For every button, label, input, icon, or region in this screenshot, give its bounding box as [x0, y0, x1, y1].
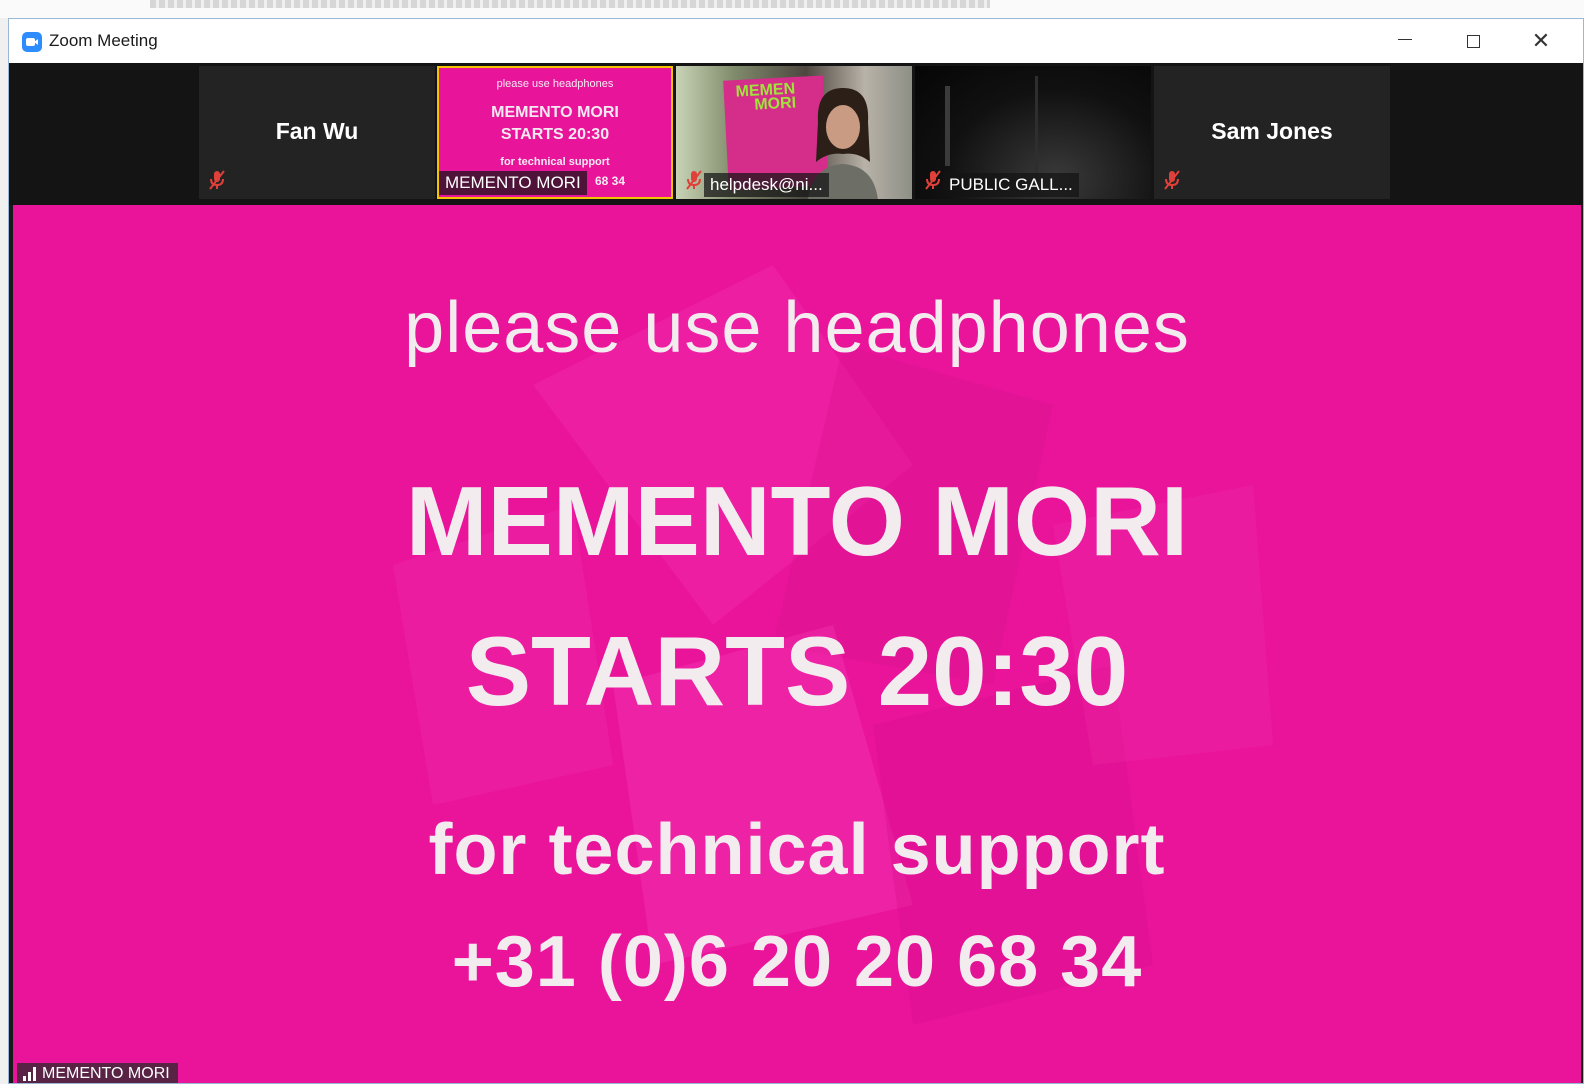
slide-line-headphones: please use headphones — [404, 288, 1190, 368]
participant-name: Sam Jones — [1211, 118, 1333, 144]
participant-label: PUBLIC GALL... — [943, 173, 1079, 197]
participant-tile-public-gallery[interactable]: PUBLIC GALL... — [915, 66, 1151, 199]
thumb-line: MEMENTO MORI — [491, 104, 619, 121]
muted-mic-icon — [686, 170, 702, 190]
thumb-line: please use headphones — [496, 78, 614, 90]
participant-tile-helpdesk[interactable]: MEMEN MORI helpdesk@ni... — [676, 66, 912, 199]
participant-tile-memento-mori[interactable]: please use headphones MEMENTO MORI START… — [437, 66, 673, 199]
signal-bars-icon — [23, 1067, 36, 1081]
active-speaker-label: MEMENTO MORI — [17, 1063, 178, 1083]
minimize-button[interactable] — [1371, 19, 1439, 63]
participant-tile-sam-jones[interactable]: Sam Jones — [1154, 66, 1390, 199]
maximize-button[interactable] — [1439, 19, 1507, 63]
participant-tile-fan-wu[interactable]: Fan Wu — [199, 66, 435, 199]
muted-mic-icon — [1164, 170, 1180, 190]
window-title: Zoom Meeting — [49, 31, 158, 50]
zoom-meeting-window: Zoom Meeting ✕ Fan Wu please use headpho… — [8, 18, 1584, 1084]
zoom-app-icon — [22, 32, 42, 52]
active-speaker-name: MEMENTO MORI — [42, 1065, 170, 1082]
participant-label: helpdesk@ni... — [704, 173, 829, 197]
poster-text: MEMEN MORI — [735, 80, 796, 113]
close-icon: ✕ — [1531, 28, 1551, 53]
slide-line-title: MEMENTO MORI — [405, 466, 1189, 576]
background-window-strip — [0, 0, 1584, 18]
thumb-line: STARTS 20:30 — [500, 126, 610, 143]
muted-mic-icon — [925, 170, 941, 190]
participant-name: Fan Wu — [275, 118, 359, 144]
slide-line-support: for technical support — [428, 810, 1166, 890]
muted-mic-icon — [209, 170, 225, 190]
title-bar[interactable]: Zoom Meeting ✕ — [9, 19, 1583, 63]
thumb-line: 68 34 — [594, 174, 625, 188]
background-blurred-text — [150, 0, 990, 8]
slide-line-phone: +31 (0)6 20 20 68 34 — [451, 922, 1143, 1002]
thumb-line: for technical support — [500, 156, 610, 168]
shared-screen-stage: please use headphones MEMENTO MORI START… — [13, 205, 1581, 1083]
slide-line-start-time: STARTS 20:30 — [465, 616, 1129, 726]
close-button[interactable]: ✕ — [1507, 19, 1575, 63]
maximize-icon — [1466, 34, 1480, 48]
minimize-icon — [1398, 38, 1412, 40]
participant-label: MEMENTO MORI — [439, 171, 587, 195]
participant-gallery-strip: Fan Wu please use headphones MEMENTO MOR… — [9, 63, 1583, 205]
